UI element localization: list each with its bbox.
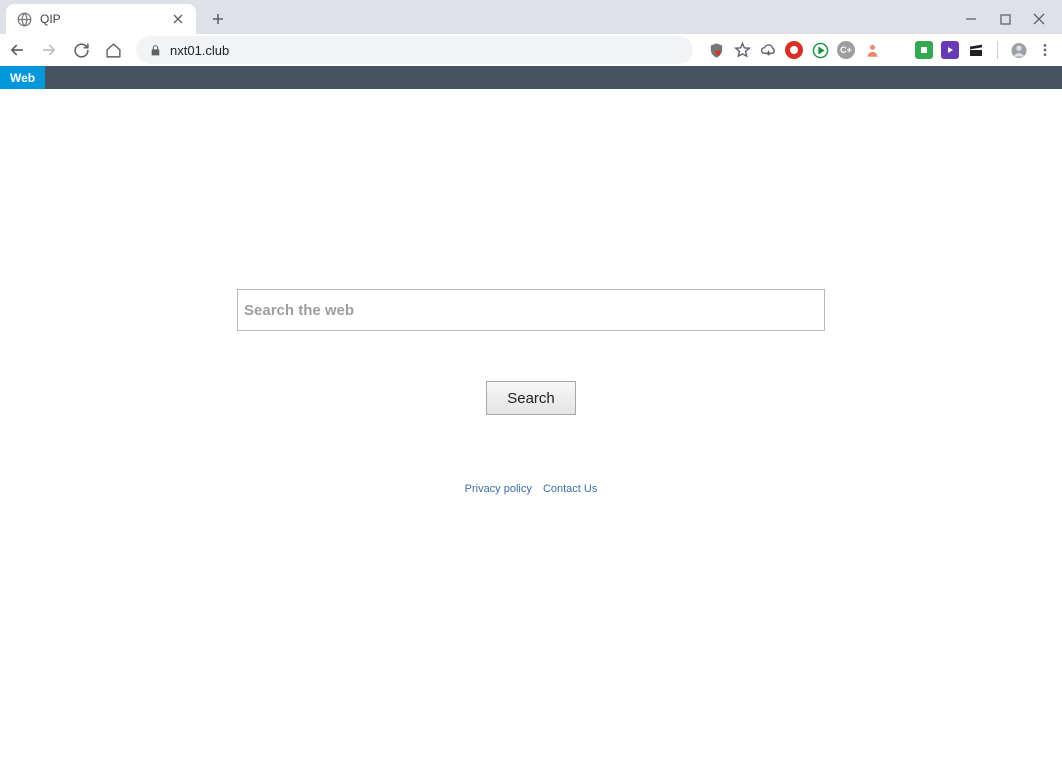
separator: [997, 41, 998, 59]
extension-purple-icon[interactable]: [941, 41, 959, 59]
back-icon[interactable]: [8, 41, 26, 59]
globe-icon: [16, 11, 32, 27]
browser-tab[interactable]: QIP: [6, 4, 196, 34]
forward-icon[interactable]: [40, 41, 58, 59]
extension-clapper-icon[interactable]: [967, 41, 985, 59]
extension-play-icon[interactable]: [811, 41, 829, 59]
extension-green-icon[interactable]: [915, 41, 933, 59]
minimize-window-icon[interactable]: [964, 12, 978, 26]
page-nav-bar: Web: [0, 66, 1062, 89]
maximize-window-icon[interactable]: [998, 12, 1012, 26]
url-text: nxt01.club: [170, 43, 229, 58]
browser-toolbar: nxt01.club C+: [0, 34, 1062, 66]
home-icon[interactable]: [104, 41, 122, 59]
contact-link[interactable]: Contact Us: [543, 483, 597, 495]
extensions-area: C+: [707, 41, 1054, 59]
tab-strip: QIP: [0, 0, 1062, 34]
extension-person-icon[interactable]: [863, 41, 881, 59]
search-button[interactable]: Search: [486, 381, 576, 415]
extension-adblock-icon[interactable]: [785, 41, 803, 59]
new-tab-button[interactable]: [204, 5, 232, 33]
lock-icon: [148, 43, 162, 57]
profile-icon[interactable]: [1010, 41, 1028, 59]
page-content: Search Privacy policy Contact Us: [0, 89, 1062, 495]
close-tab-icon[interactable]: [170, 11, 186, 27]
search-input[interactable]: [244, 290, 818, 330]
privacy-link[interactable]: Privacy policy: [465, 483, 532, 495]
extension-cplus-icon[interactable]: C+: [837, 41, 855, 59]
search-box: [237, 289, 825, 331]
web-tab[interactable]: Web: [0, 66, 45, 89]
extension-shield-icon[interactable]: [707, 41, 725, 59]
tab-title: QIP: [40, 12, 170, 26]
menu-dots-icon[interactable]: [1036, 41, 1054, 59]
close-window-icon[interactable]: [1032, 12, 1046, 26]
address-bar[interactable]: nxt01.club: [136, 36, 693, 64]
star-icon[interactable]: [733, 41, 751, 59]
reload-icon[interactable]: [72, 41, 90, 59]
extension-cloud-icon[interactable]: [759, 41, 777, 59]
footer-links: Privacy policy Contact Us: [0, 483, 1062, 495]
